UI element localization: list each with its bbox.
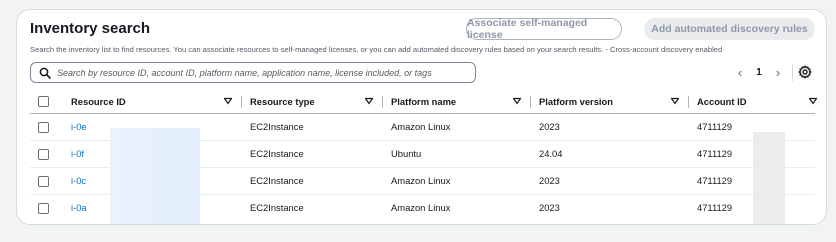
chevron-right-icon[interactable]: › [770,65,786,80]
cell-account-id: 4711129 [689,167,815,195]
gear-icon[interactable] [798,65,812,79]
row-select-cell [30,167,63,195]
cell-platform-version: 2023 [531,113,689,141]
table-header-row: Resource ID Resource type Platform name … [30,90,817,114]
search-field[interactable] [30,62,476,83]
column-header-platform-name[interactable]: Platform name [383,90,531,114]
row-select-cell [30,194,63,221]
cell-resource-type: EC2Instance [250,202,304,214]
pager-divider [792,64,793,81]
panel-title: Inventory search [30,20,151,37]
redaction-overlay [753,132,785,224]
row-select-cell [30,113,63,141]
column-header-resource-type[interactable]: Resource type [242,90,383,114]
resource-id-link[interactable]: i-0f [71,148,84,159]
pagination: ‹ 1 › [732,65,786,80]
column-header-platform-version[interactable]: Platform version [531,90,689,114]
cell-account-id: 4711129 [689,113,815,141]
inventory-search-panel: Inventory search Associate self-managed … [16,9,827,225]
column-header-account-id[interactable]: Account ID [689,90,817,114]
cell-platform-name: Amazon Linux [383,113,531,141]
column-header-resource-id[interactable]: Resource ID [63,90,242,114]
cell-platform-version: 24.04 [531,140,689,168]
add-discovery-rules-button[interactable]: Add automated discovery rules [644,18,815,40]
sort-down-icon[interactable] [365,97,373,105]
resource-id-link[interactable]: i-0a [71,202,87,213]
select-all-checkbox[interactable] [38,96,49,108]
row-checkbox[interactable] [38,148,49,160]
page-number[interactable]: 1 [748,67,770,78]
row-checkbox[interactable] [38,121,49,133]
resource-id-link[interactable]: i-0e [71,121,87,132]
select-all-cell [30,90,63,114]
search-input[interactable] [57,67,457,78]
cell-platform-name: Amazon Linux [391,202,451,214]
row-checkbox[interactable] [38,202,49,214]
panel-description: Search the inventory list to find resour… [30,45,723,54]
sort-down-icon[interactable] [513,97,521,105]
row-select-cell [30,140,63,168]
cell-platform-name: Ubuntu [383,140,531,168]
redaction-overlay [110,128,200,224]
cell-platform-name: Amazon Linux [383,167,531,195]
resource-id-link[interactable]: i-0c [71,175,86,186]
sort-down-icon[interactable] [224,97,232,105]
chevron-left-icon[interactable]: ‹ [732,65,748,80]
associate-license-button[interactable]: Associate self-managed license [466,17,622,41]
search-icon [39,67,51,79]
row-checkbox[interactable] [38,175,49,187]
cell-resource-type: EC2Instance [242,167,383,195]
cell-platform-version: 2023 [539,202,560,214]
sort-down-icon[interactable] [671,97,679,105]
cell-resource-type: EC2Instance [242,140,383,168]
cell-platform-version: 2023 [531,167,689,195]
cell-resource-type: EC2Instance [242,113,383,141]
sort-down-icon[interactable] [809,97,817,105]
cell-account-id: 4711129 [689,140,815,168]
cell-account-id: 4711129 [697,202,733,214]
